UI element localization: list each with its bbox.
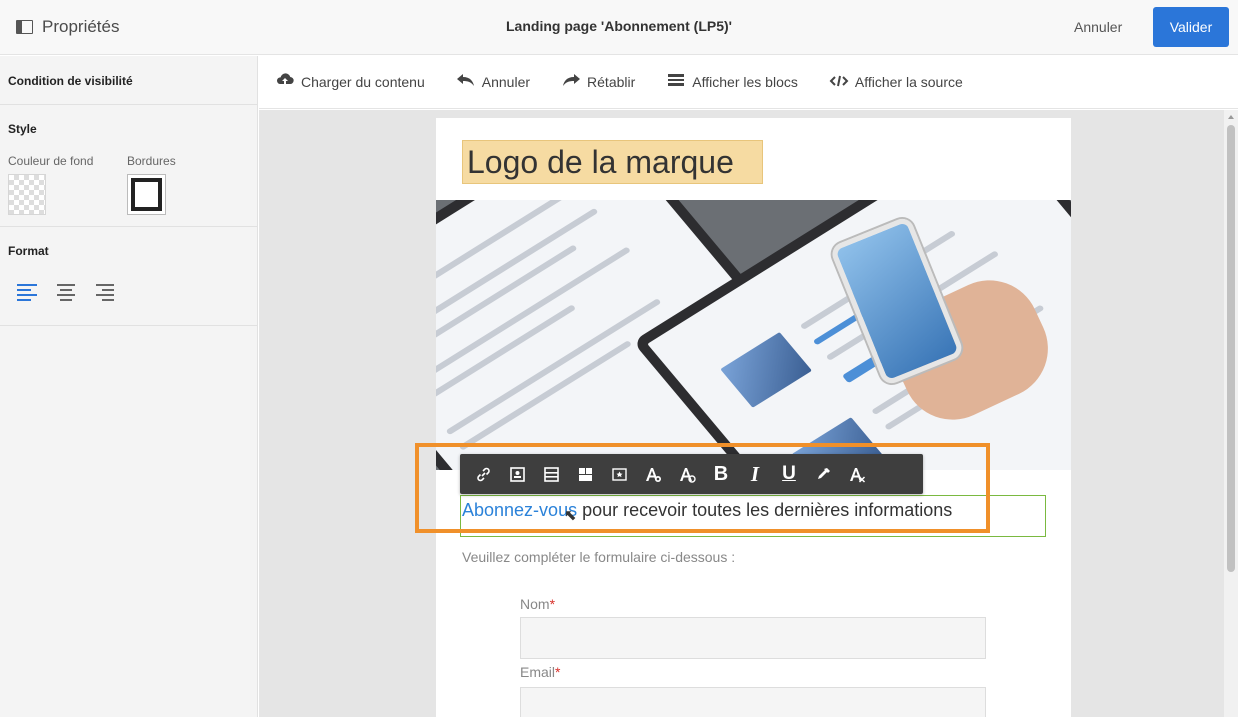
name-input[interactable] bbox=[520, 617, 986, 659]
font-background-icon[interactable] bbox=[670, 454, 704, 494]
visibility-condition-section[interactable]: Condition de visibilité bbox=[0, 56, 257, 105]
italic-icon[interactable]: I bbox=[738, 454, 772, 494]
email-field-label: Email* bbox=[520, 664, 561, 680]
blocks-icon bbox=[666, 72, 685, 92]
fragment-icon[interactable] bbox=[568, 454, 602, 494]
undo-label: Annuler bbox=[481, 74, 531, 90]
cloud-upload-icon bbox=[275, 72, 294, 92]
redo-icon bbox=[561, 72, 581, 92]
eyedropper-icon[interactable] bbox=[806, 454, 840, 494]
top-bar: Propriétés Landing page 'Abonnement (LP5… bbox=[0, 0, 1238, 55]
required-marker: * bbox=[549, 596, 556, 612]
rich-text-toolbar: B I U bbox=[460, 454, 923, 494]
properties-panel: Condition de visibilité Style Couleur de… bbox=[0, 56, 258, 717]
canvas-scrollbar[interactable] bbox=[1224, 110, 1238, 717]
borders-label: Bordures bbox=[127, 154, 176, 168]
bold-icon[interactable]: B bbox=[704, 454, 738, 494]
align-right-button[interactable] bbox=[96, 284, 116, 301]
format-heading: Format bbox=[8, 244, 49, 258]
code-icon bbox=[829, 72, 849, 92]
style-heading: Style bbox=[8, 122, 37, 136]
editor-canvas: Logo de la marque Abonnez-vous pour rece… bbox=[259, 110, 1224, 717]
editor-toolbar: Charger du contenu Annuler Rétablir Affi… bbox=[259, 56, 1238, 109]
link-icon[interactable] bbox=[466, 454, 500, 494]
style-section: Style Couleur de fond Bordures bbox=[0, 105, 257, 227]
background-color-label: Couleur de fond bbox=[8, 154, 94, 168]
name-field-label: Nom* bbox=[520, 596, 556, 612]
load-content-label: Charger du contenu bbox=[301, 74, 425, 90]
show-source-button[interactable]: Afficher la source bbox=[829, 72, 963, 92]
underline-icon[interactable]: U bbox=[772, 454, 806, 494]
format-section: Format bbox=[0, 227, 257, 326]
align-left-button[interactable] bbox=[17, 284, 37, 301]
page-title: Landing page 'Abonnement (LP5)' bbox=[506, 18, 732, 34]
form-instructions: Veuillez compléter le formulaire ci-dess… bbox=[462, 549, 736, 565]
brand-logo-block[interactable]: Logo de la marque bbox=[462, 140, 763, 184]
email-input[interactable] bbox=[520, 687, 986, 717]
background-color-swatch[interactable] bbox=[8, 174, 46, 215]
dynamic-content-icon[interactable] bbox=[602, 454, 636, 494]
insert-block-icon[interactable] bbox=[534, 454, 568, 494]
visibility-condition-heading: Condition de visibilité bbox=[8, 74, 133, 88]
undo-icon bbox=[456, 72, 475, 92]
undo-button[interactable]: Annuler bbox=[456, 72, 530, 92]
scroll-up-icon[interactable] bbox=[1228, 115, 1234, 119]
show-blocks-label: Afficher les blocs bbox=[692, 74, 798, 90]
cancel-button[interactable]: Annuler bbox=[1074, 19, 1122, 35]
hero-image[interactable] bbox=[436, 200, 1071, 470]
align-center-button[interactable] bbox=[57, 284, 77, 301]
personalization-icon[interactable] bbox=[500, 454, 534, 494]
load-content-button[interactable]: Charger du contenu bbox=[275, 72, 425, 92]
redo-label: Rétablir bbox=[587, 74, 636, 90]
validate-button[interactable]: Valider bbox=[1153, 7, 1229, 47]
required-marker: * bbox=[555, 664, 561, 680]
show-source-label: Afficher la source bbox=[854, 74, 963, 90]
redo-button[interactable]: Rétablir bbox=[561, 72, 635, 92]
clear-format-icon[interactable] bbox=[840, 454, 874, 494]
landing-page-preview: Logo de la marque Abonnez-vous pour rece… bbox=[436, 118, 1071, 717]
show-blocks-button[interactable]: Afficher les blocs bbox=[666, 72, 798, 92]
borders-swatch[interactable] bbox=[127, 174, 166, 215]
font-color-icon[interactable] bbox=[636, 454, 670, 494]
scroll-thumb[interactable] bbox=[1227, 125, 1235, 572]
